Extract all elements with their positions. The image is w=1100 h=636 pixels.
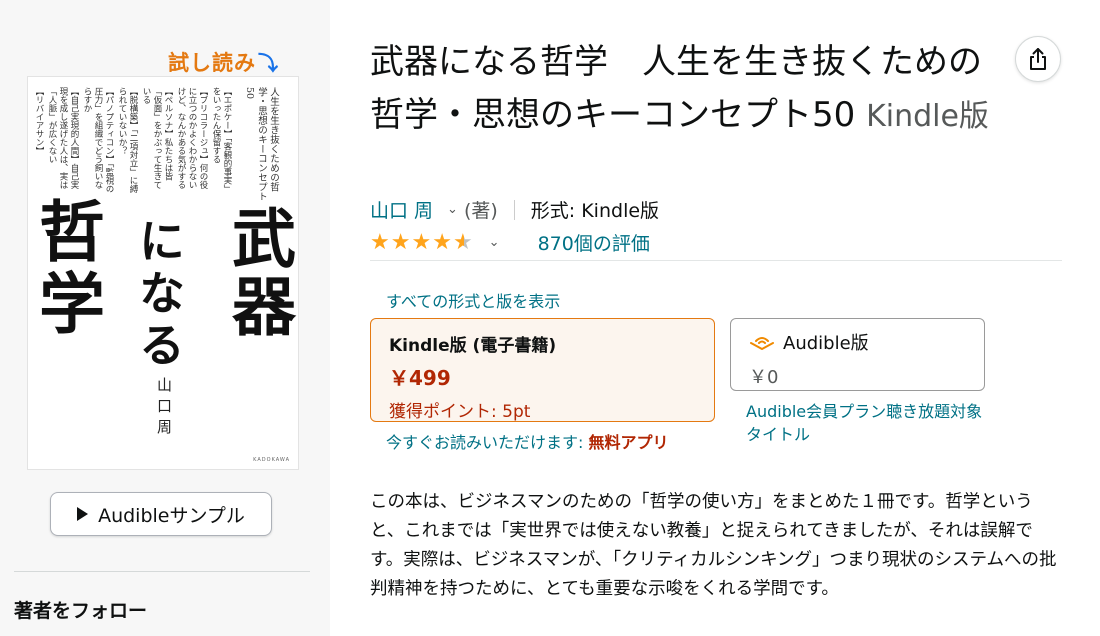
format-name: Audible版 [783,333,869,354]
author-link[interactable]: 山口 周 [370,196,433,223]
cover-chapter: 【エポケー】「客観的事実」をいったん保留する [211,87,232,194]
format-points: 獲得ポイント: 5pt [389,402,531,422]
play-icon [77,507,89,521]
chevron-down-icon[interactable]: ⌄ [489,235,500,250]
follow-author-heading: 著者をフォロー [14,600,148,622]
format-name-row: Audible版 [749,329,966,355]
cover-chapter: 【リバイアサン】 [34,87,44,155]
book-cover-image[interactable]: 【エポケー】「客観的事実」をいったん保留する 【ブリコラージュ】何の役に立つのか… [27,76,299,470]
free-app-prefix[interactable]: 今すぐお読みいただけます: [386,433,588,452]
divider [14,571,310,572]
product-format-suffix: Kindle版 [866,99,989,134]
free-app-link[interactable]: 無料アプリ [588,433,668,452]
format-label: 形式: Kindle版 [530,200,660,222]
format-option-audible[interactable]: Audible版 ￥0 [730,318,985,391]
cover-chapter-list: 【エポケー】「客観的事実」をいったん保留する 【ブリコラージュ】何の役に立つのか… [32,87,232,195]
format-price: ￥0 [749,367,779,388]
curved-arrow-icon: ⤵ [258,51,279,75]
book-description: この本は、ビジネスマンのための「哲学の使い方」をまとめた１冊です。哲学というと、… [370,492,1057,599]
star-icon: ★ [411,229,432,255]
star-icon: ★ [432,229,452,255]
cover-chapter: 【ペルソナ】私たちは皆「仮面」をかぶって生きている [141,87,173,189]
format-price: ￥499 [389,366,451,390]
rating-row: ★ ★ ★ ★ ★ ⌄ 870個の評価 [370,229,650,256]
format-name: Kindle版 (電子書籍) [389,336,557,356]
left-column: 試し読み ⤵ 【エポケー】「客観的事実」をいったん保留する 【ブリコラージュ】何の… [0,0,330,636]
byline: 山口 周 ⌄ (著) 形式: Kindle版 [370,196,659,223]
free-app-line: 今すぐお読みいただけます: 無料アプリ [386,429,669,453]
cover-title-part-3: 哲学 [28,197,106,341]
cover-chapter: 【ブリコラージュ】何の役に立つのかよくわからないけど、なんかある気がする [176,87,208,189]
cover-title-part-1: 武器 [221,205,296,341]
audible-sample-button[interactable]: Audibleサンプル [50,492,272,536]
share-icon [1030,48,1046,70]
divider [513,199,515,220]
star-icon: ★ [390,229,411,255]
cover-chapter: 【パノプティコン】「監視の圧力」を組織でどう飼いならすか [82,87,114,194]
chevron-down-icon[interactable]: ⌄ [447,202,458,217]
half-star-icon: ★ [452,229,473,255]
audible-sample-label: Audibleサンプル [98,504,245,527]
star-icon: ★ [370,229,390,255]
format-option-kindle[interactable]: Kindle版 (電子書籍) ￥499 獲得ポイント: 5pt [370,318,715,422]
try-read-label[interactable]: 試し読み ⤵ [168,47,279,77]
author-role: (著) [463,200,498,222]
cover-chapter: 【脱構築】「二項対立」に縛られていないか？ [117,87,138,194]
cover-author: 山口周 [155,377,173,440]
cover-subtitle: 人生を生き抜くための哲学・思想のキーコンセプト50 [244,87,279,201]
cover-publisher: KADOKAWA [253,457,290,463]
divider [370,260,1062,261]
audible-plan-link[interactable]: Audible会員プラン聴き放題対象タイトル [746,400,986,446]
cover-title-part-2: になる [132,217,186,373]
rating-count-link[interactable]: 870個の評価 [538,229,650,256]
show-all-formats-link[interactable]: すべての形式と版を表示 [386,288,560,312]
product-title: 武器になる哲学 人生を生き抜くための哲学・思想のキーコンセプト50 Kindle… [370,36,1010,143]
share-button[interactable] [1015,36,1061,82]
audible-icon [750,337,774,350]
cover-chapter: 【自己実現的人間】自己実現を成し遂げた人は、実は「人脈」が広くない [47,87,79,189]
star-rating[interactable]: ★ ★ ★ ★ ★ [370,230,473,256]
